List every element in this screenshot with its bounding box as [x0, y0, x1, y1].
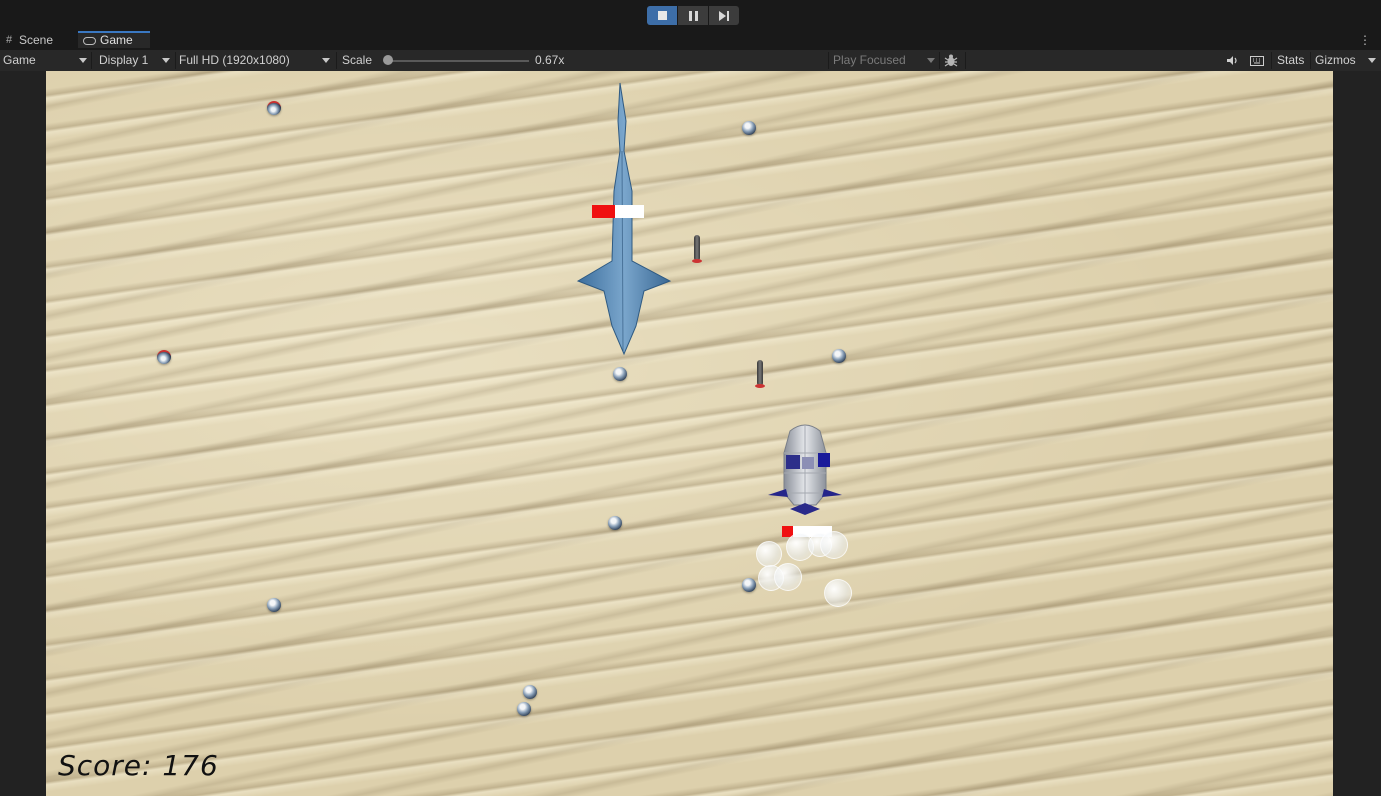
divider: [91, 52, 92, 69]
divider: [336, 52, 337, 69]
submarine-player: [768, 424, 842, 515]
pearl-pickup: [523, 685, 537, 699]
pause-icon: [688, 10, 698, 21]
scale-label: Scale: [342, 53, 373, 67]
step-button[interactable]: [709, 6, 739, 25]
chevron-down-icon: [162, 58, 170, 63]
keyboard-icon: [1250, 55, 1264, 66]
tab-scene-label: Scene: [19, 33, 54, 47]
stats-button[interactable]: Stats: [1277, 50, 1304, 71]
stop-icon: [657, 11, 667, 20]
divider: [828, 52, 829, 69]
chevron-down-icon: [1368, 58, 1376, 63]
pearl-pickup: [742, 121, 756, 135]
chevron-down-icon: [322, 58, 330, 63]
gizmos-dropdown[interactable]: Gizmos: [1315, 50, 1377, 71]
play-controls-bar: [0, 0, 1381, 32]
shark-health-remaining: [615, 205, 644, 218]
chevron-down-icon: [927, 58, 935, 63]
chevron-down-icon: [79, 58, 87, 63]
pearl-pickup: [613, 367, 627, 381]
torpedo-projectile: [692, 235, 702, 263]
display-dropdown[interactable]: Display 1: [99, 50, 173, 71]
game-toolbar: Game Display 1 Full HD (1920x1080) Scale…: [0, 50, 1381, 72]
pearl-pickup: [832, 349, 846, 363]
more-options-icon[interactable]: ⋮: [1359, 33, 1371, 47]
keyboard-shortcuts-button[interactable]: [1248, 52, 1266, 69]
grid-icon: [6, 31, 15, 50]
scale-slider-handle[interactable]: [383, 55, 394, 65]
view-mode-value: Game: [3, 53, 36, 67]
bubble: [756, 541, 782, 567]
speaker-icon: [1226, 56, 1237, 65]
shark-health-bar: [592, 205, 644, 218]
divider: [175, 52, 176, 69]
bug-icon[interactable]: [944, 54, 958, 67]
resolution-value: Full HD (1920x1080): [179, 53, 290, 67]
tab-game-label: Game: [100, 33, 133, 47]
bubble: [824, 579, 852, 607]
gizmos-label: Gizmos: [1315, 53, 1356, 67]
divider: [939, 52, 940, 69]
play-mode-value: Play Focused: [833, 53, 906, 67]
audio-mute-button[interactable]: [1224, 52, 1240, 69]
scale-value: 0.67x: [535, 53, 565, 67]
divider: [1271, 52, 1272, 69]
game-viewport[interactable]: Score: 176: [0, 71, 1381, 796]
score-text: Score: 176: [58, 749, 219, 782]
view-mode-dropdown[interactable]: Game: [3, 50, 89, 71]
shark-health-fill: [592, 205, 616, 218]
play-mode-dropdown[interactable]: Play Focused: [833, 50, 937, 71]
pearl-pickup: [608, 516, 622, 530]
display-value: Display 1: [99, 53, 149, 67]
divider: [1310, 52, 1311, 69]
tab-bar: Scene Game ⋮: [0, 31, 1381, 50]
sand-seafloor[interactable]: Score: 176: [46, 71, 1333, 796]
tab-scene[interactable]: Scene: [6, 31, 53, 50]
bubble: [774, 563, 802, 591]
resolution-dropdown[interactable]: Full HD (1920x1080): [179, 50, 333, 71]
stop-button[interactable]: [647, 6, 677, 25]
torpedo-projectile: [755, 360, 765, 388]
shark-enemy: [576, 82, 672, 356]
gamepad-icon: [83, 36, 96, 45]
tab-game[interactable]: Game: [78, 31, 150, 48]
divider: [965, 52, 966, 69]
step-icon: [719, 10, 729, 21]
pearl-pickup: [157, 350, 171, 364]
bubble: [820, 531, 848, 559]
pearl-pickup: [517, 702, 531, 716]
pause-button[interactable]: [678, 6, 708, 25]
pearl-pickup: [267, 598, 281, 612]
pearl-pickup: [742, 578, 756, 592]
scale-slider-track[interactable]: [384, 60, 529, 62]
pearl-pickup: [267, 101, 281, 115]
